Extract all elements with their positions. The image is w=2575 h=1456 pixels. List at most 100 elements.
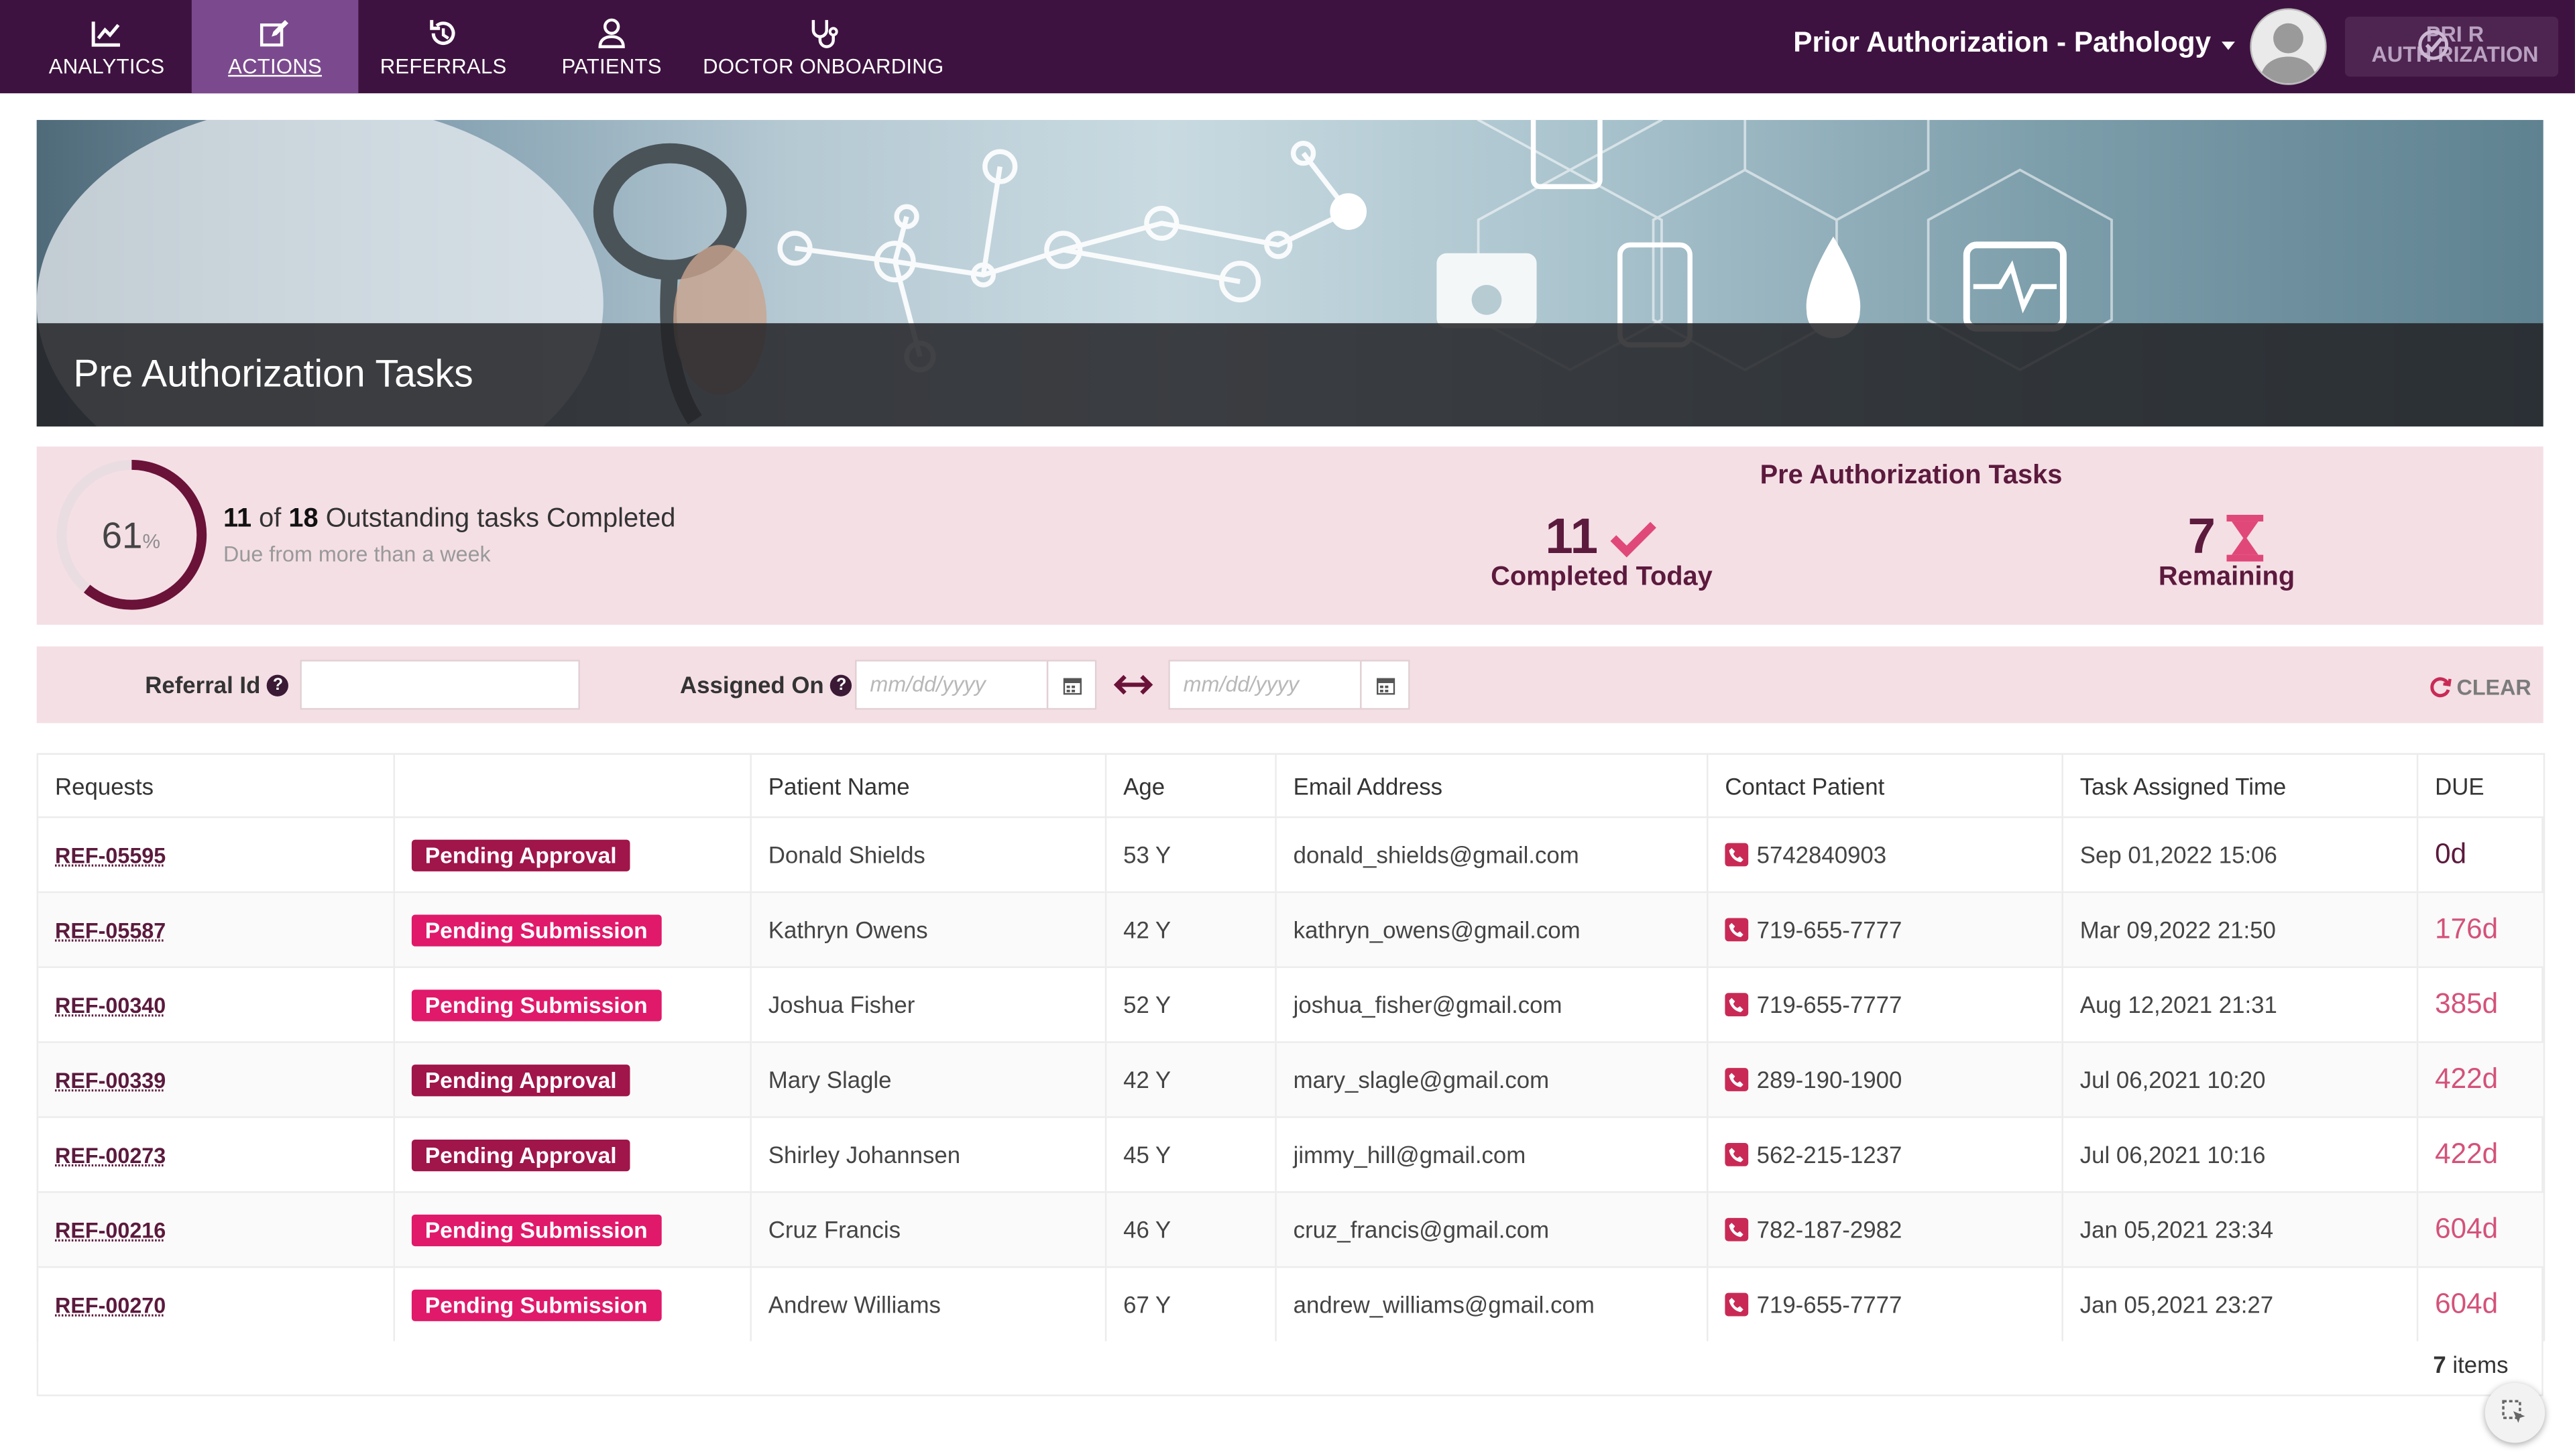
check-circle-icon [2417,28,2450,62]
cell-email: kathryn_owens@gmail.com [1276,892,1708,967]
cell-assigned-time: Mar 09,2022 21:50 [2063,892,2417,967]
floating-action-button[interactable] [2485,1383,2545,1443]
stethoscope-icon [807,16,840,50]
nav-actions[interactable]: ACTIONS [192,0,359,93]
nav-referrals[interactable]: REFERRALS [360,0,527,93]
calendar-icon [1062,676,1080,694]
phone-number: 719-655-7777 [1757,1291,1902,1318]
call-patient-link[interactable]: 719-655-7777 [1725,916,1902,943]
table-row[interactable]: REF-00273 Pending Approval Shirley Johanns… [38,1117,2544,1192]
nav-analytics[interactable]: ANALYTICS [23,0,190,93]
cell-age: 46 Y [1106,1192,1276,1267]
completed-count: 11 [223,505,251,533]
cell-due: 604d [2417,1267,2544,1341]
col-contact[interactable]: Contact Patient [1707,754,2062,817]
status-badge: Pending Approval [412,1139,630,1170]
call-patient-link[interactable]: 562-215-1237 [1725,1141,1902,1168]
user-icon [595,16,628,50]
cell-status: Pending Submission [394,1267,751,1341]
cell-request: REF-00270 [38,1267,394,1341]
col-requests[interactable]: Requests [38,754,394,817]
phone-icon [1725,1218,1748,1241]
call-patient-link[interactable]: 5742840903 [1725,841,1886,868]
cell-patient-name: Joshua Fisher [751,967,1106,1042]
phone-icon [1725,1143,1748,1166]
logo-text-bottom: AUTH RIZATION [2352,45,2558,65]
cell-assigned-time: Sep 01,2022 15:06 [2063,817,2417,892]
remaining-label: Remaining [2143,563,2310,593]
table-row[interactable]: REF-00216 Pending Submission Cruz Francis 4… [38,1192,2544,1267]
cell-contact: 562-215-1237 [1707,1117,2062,1192]
table-row[interactable]: REF-00270 Pending Submission Andrew Willia… [38,1267,2544,1341]
outstanding-summary: 11 of 18 Outstanding tasks Completed [223,505,675,535]
date-to-input[interactable]: mm/dd/yyyy [1168,660,1361,710]
cell-contact: 719-655-7777 [1707,892,2062,967]
table-row[interactable]: REF-05587 Pending Submission Kathryn Owens… [38,892,2544,967]
nav-referrals-label: REFERRALS [380,54,507,78]
filter-bar: Referral Id ? Assigned On ? mm/dd/yyyy m… [37,646,2543,723]
remaining-value: 7 [2187,510,2215,567]
referral-link[interactable]: REF-00216 [55,1218,166,1243]
cell-assigned-time: Jan 05,2021 23:34 [2063,1192,2417,1267]
referral-link[interactable]: REF-00270 [55,1293,166,1318]
col-assigned-time[interactable]: Task Assigned Time [2063,754,2417,817]
referral-id-input[interactable] [300,660,580,710]
cell-status: Pending Approval [394,1117,751,1192]
cell-request: REF-00340 [38,967,394,1042]
phone-number: 782-187-2982 [1757,1216,1902,1243]
cell-assigned-time: Jul 06,2021 10:20 [2063,1042,2417,1117]
date-from-input[interactable]: mm/dd/yyyy [855,660,1048,710]
referral-link[interactable]: REF-05595 [55,843,166,868]
col-email[interactable]: Email Address [1276,754,1708,817]
referral-link[interactable]: REF-05587 [55,918,166,943]
referral-link[interactable]: REF-00340 [55,993,166,1018]
hourglass-icon [2226,513,2266,564]
table-row[interactable]: REF-05595 Pending Approval Donald Shields 5… [38,817,2544,892]
phone-number: 719-655-7777 [1757,991,1902,1018]
nav-analytics-label: ANALYTICS [49,54,165,78]
calendar-to-button[interactable] [1360,660,1410,710]
help-icon[interactable]: ? [831,674,852,695]
due-value: 604d [2435,1288,2498,1319]
due-value: 0d [2435,838,2466,869]
avatar[interactable] [2250,8,2326,84]
context-selector[interactable]: Prior Authorization - Pathology [1793,27,2234,60]
cell-age: 42 Y [1106,1042,1276,1117]
cell-email: joshua_fisher@gmail.com [1276,967,1708,1042]
cell-status: Pending Submission [394,1192,751,1267]
progress-percent: 61% [102,515,160,558]
help-icon[interactable]: ? [267,674,288,695]
cursor-select-icon [2502,1400,2529,1427]
call-patient-link[interactable]: 719-655-7777 [1725,991,1902,1018]
col-patient-name[interactable]: Patient Name [751,754,1106,817]
call-patient-link[interactable]: 782-187-2982 [1725,1216,1902,1243]
phone-number: 289-190-1900 [1757,1067,1902,1093]
col-age[interactable]: Age [1106,754,1276,817]
nav-doctor-onboarding-label: DOCTOR ONBOARDING [703,54,943,78]
cell-request: REF-00339 [38,1042,394,1117]
assigned-on-label: Assigned On [680,672,824,699]
nav-doctor-onboarding[interactable]: DOCTOR ONBOARDING [701,0,945,93]
clear-button[interactable]: CLEAR [2430,675,2531,700]
referral-link[interactable]: REF-00339 [55,1068,166,1093]
cell-due: 604d [2417,1192,2544,1267]
cell-status: Pending Submission [394,967,751,1042]
cell-due: 0d [2417,817,2544,892]
calendar-from-button[interactable] [1047,660,1097,710]
cell-email: cruz_francis@gmail.com [1276,1192,1708,1267]
cell-request: REF-05595 [38,817,394,892]
items-count: 7 items [2433,1351,2508,1378]
col-due[interactable]: DUE [2417,754,2544,817]
table-row[interactable]: REF-00340 Pending Submission Joshua Fisher… [38,967,2544,1042]
call-patient-link[interactable]: 719-655-7777 [1725,1291,1902,1318]
table-row[interactable]: REF-00339 Pending Approval Mary Slagle 42 Y… [38,1042,2544,1117]
nav-patients[interactable]: PATIENTS [528,0,695,93]
cell-age: 53 Y [1106,817,1276,892]
cell-contact: 719-655-7777 [1707,1267,2062,1341]
col-status [394,754,751,817]
referral-link[interactable]: REF-00273 [55,1143,166,1168]
call-patient-link[interactable]: 289-190-1900 [1725,1067,1902,1093]
banner-title: Pre Authorization Tasks [73,351,473,396]
cell-age: 52 Y [1106,967,1276,1042]
table-header-row: Requests Patient Name Age Email Address … [38,754,2544,817]
